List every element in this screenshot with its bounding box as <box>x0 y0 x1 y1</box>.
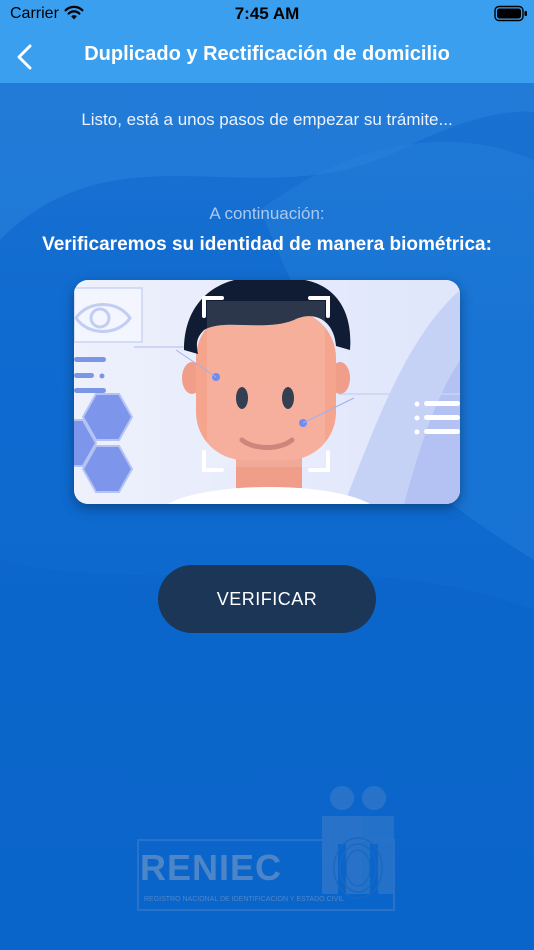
battery-icon <box>494 5 527 22</box>
continuation-label: A continuación: <box>209 204 325 223</box>
status-bar: Carrier 7:45 AM <box>0 0 534 30</box>
biometric-heading: Verificaremos su identidad de manera bio… <box>42 234 492 255</box>
eye-icon <box>74 287 143 343</box>
reniec-wordmark: RENIEC <box>140 847 283 888</box>
intro-text: Listo, está a unos pasos de empezar su t… <box>81 110 453 129</box>
screen: Carrier 7:45 AM Duplicado y Rectificació… <box>0 0 534 950</box>
status-time: 7:45 AM <box>234 4 300 23</box>
back-button[interactable] <box>8 38 44 74</box>
reniec-subtitle: REGISTRO NACIONAL DE IDENTIFICACIÓN Y ES… <box>144 896 345 903</box>
navigation-bar: Duplicado y Rectificación de domicilio <box>0 30 534 83</box>
face-scan-illustration <box>74 280 460 504</box>
page-title: Duplicado y Rectificación de domicilio <box>84 43 450 65</box>
verify-button[interactable]: VERIFICAR <box>158 565 376 633</box>
chevron-left-icon <box>17 44 32 70</box>
